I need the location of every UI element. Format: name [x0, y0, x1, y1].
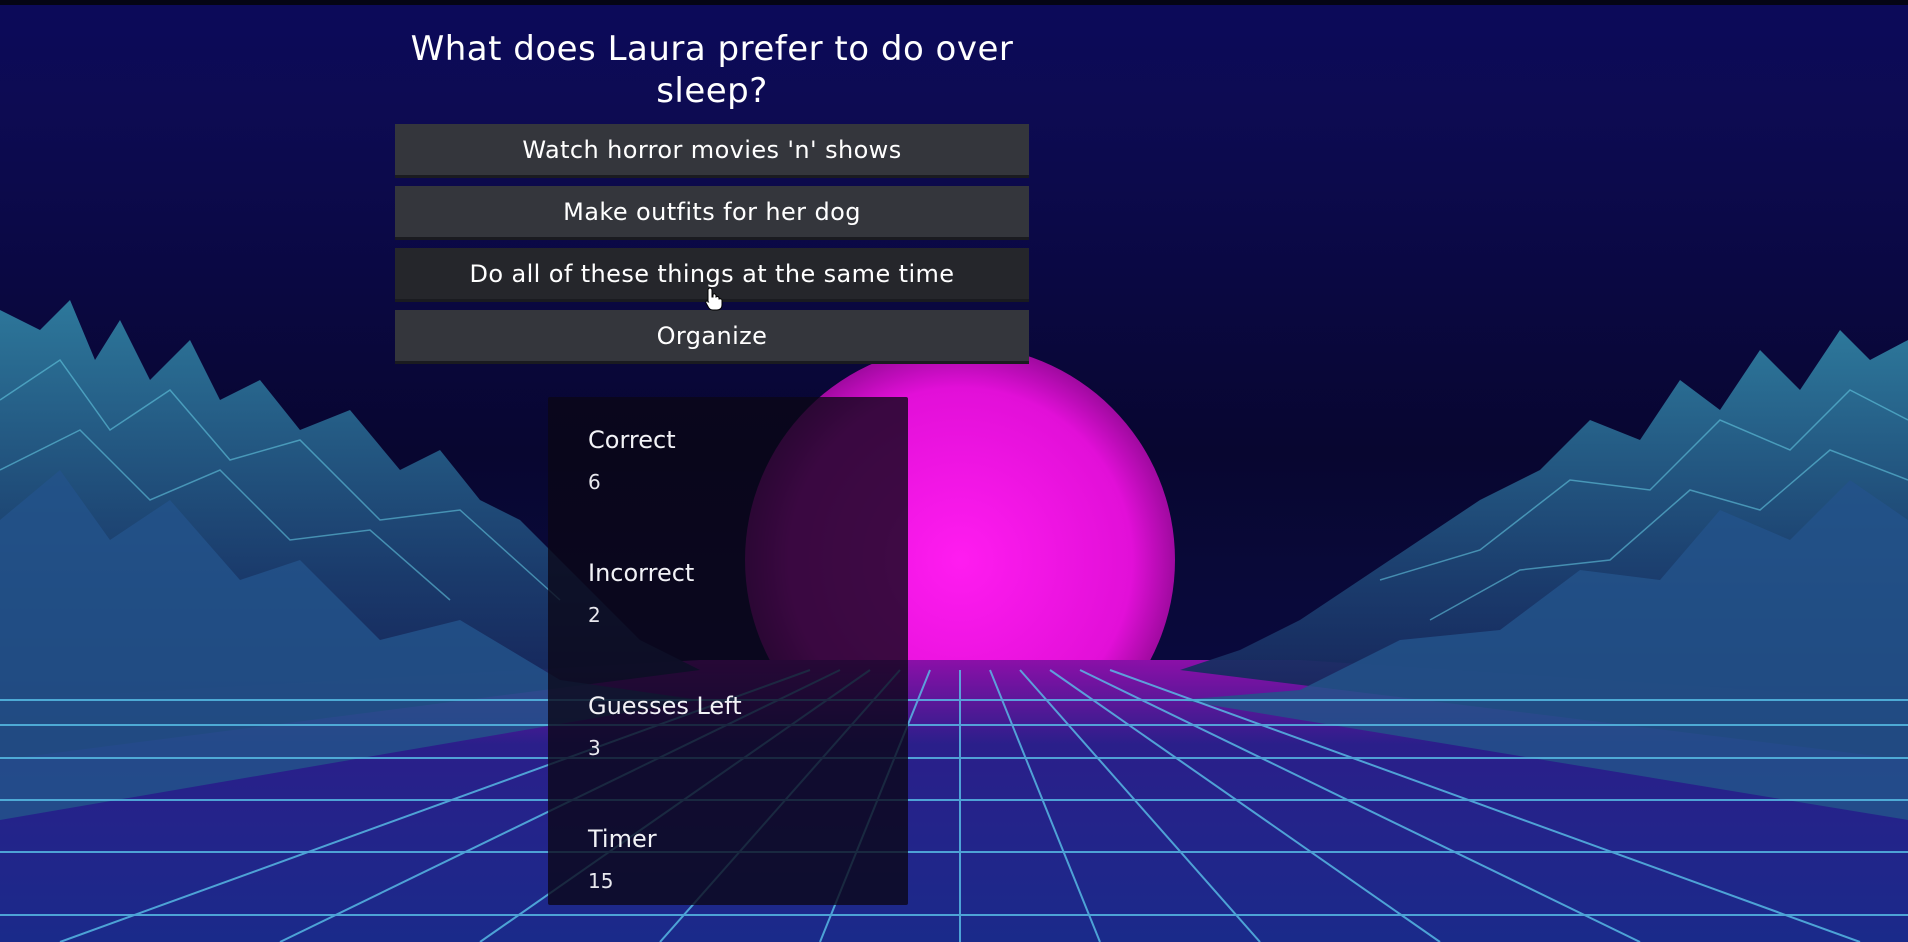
- stat-incorrect: Incorrect 2: [588, 556, 868, 683]
- stat-label: Incorrect: [588, 559, 695, 587]
- stat-value: 3: [588, 736, 601, 760]
- stat-value: 6: [588, 470, 601, 494]
- stat-value: 15: [588, 869, 614, 893]
- question-title: What does Laura prefer to do over sleep?: [410, 29, 1014, 111]
- scoreboard: Correct 6 Incorrect 2 Guesses Left 3 Tim…: [548, 397, 908, 905]
- game-screen: What does Laura prefer to do over sleep?…: [0, 0, 1908, 942]
- answer-button-1[interactable]: Watch horror movies 'n' shows: [395, 124, 1029, 178]
- stat-label: Correct: [588, 426, 676, 454]
- stat-label: Guesses Left: [588, 692, 742, 720]
- hand-pointer-icon: [705, 287, 723, 311]
- stat-value: 2: [588, 603, 601, 627]
- stat-label: Timer: [588, 825, 657, 853]
- stat-correct: Correct 6: [588, 423, 868, 550]
- answer-button-2[interactable]: Make outfits for her dog: [395, 186, 1029, 240]
- question-panel: What does Laura prefer to do over sleep?…: [395, 28, 1029, 372]
- stat-guesses-left: Guesses Left 3: [588, 689, 868, 816]
- stat-timer: Timer 15: [588, 822, 868, 942]
- answer-button-4[interactable]: Organize: [395, 310, 1029, 364]
